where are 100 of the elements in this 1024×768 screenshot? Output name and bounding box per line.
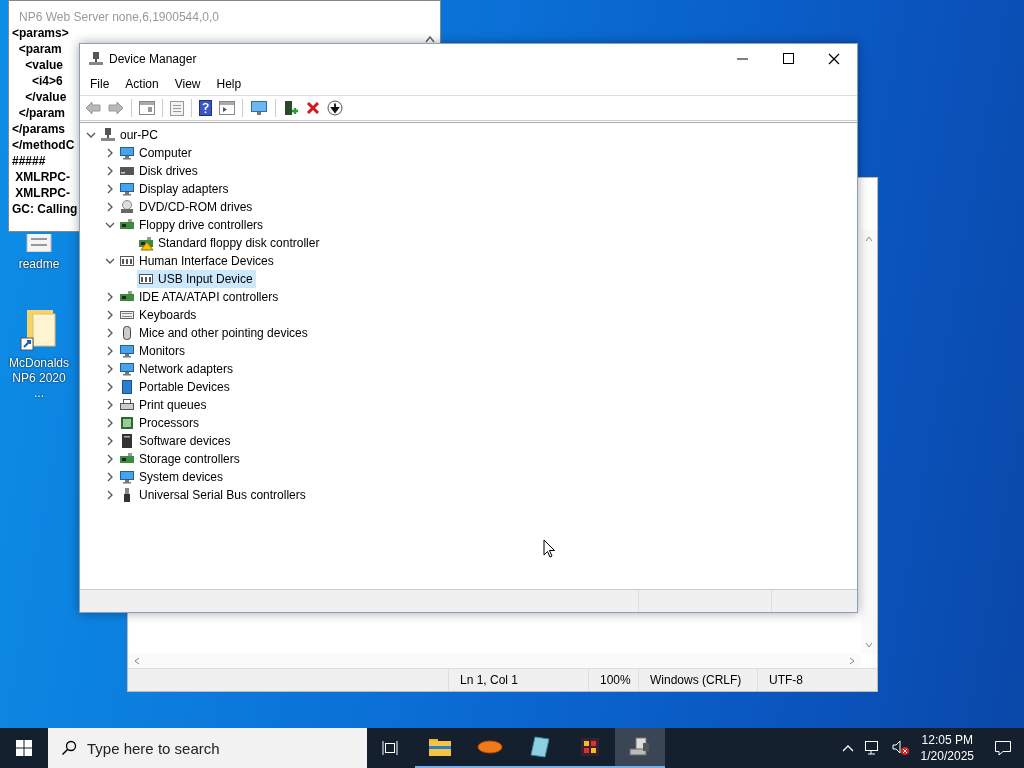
disc-drive-icon [119,199,135,215]
expand-chevron-icon[interactable] [105,148,115,158]
monitor-icon[interactable] [250,100,268,116]
expand-chevron-icon[interactable] [105,292,115,302]
taskbar-app-button[interactable] [615,728,665,768]
scroll-down-icon[interactable] [865,642,873,648]
console-line: ##### [12,153,46,169]
status-text: UTF-8 [769,673,803,687]
tree-item[interactable]: IDE ATA/ATAPI controllers [118,288,282,306]
speaker-muted-icon[interactable] [891,740,910,756]
view-pane-icon[interactable] [219,101,235,115]
expand-chevron-icon[interactable] [105,436,115,446]
tree-item[interactable]: USB Input Device [137,270,256,288]
menu-item[interactable]: Action [117,77,167,91]
expand-chevron-icon[interactable] [105,364,115,374]
tree-item[interactable]: Standard floppy disk controller [137,234,323,252]
monitor-icon [119,469,135,485]
expand-chevron-icon[interactable] [105,166,115,176]
desktop-icon-label[interactable]: readme [6,257,72,272]
desktop-icon-label[interactable]: McDonalds NP6 2020 ... [6,356,72,401]
expand-chevron-icon[interactable] [105,454,115,464]
menu-item[interactable]: File [82,77,118,91]
tree-item[interactable]: Storage controllers [118,450,243,468]
expand-chevron-icon[interactable] [105,382,115,392]
forward-arrow-icon[interactable] [108,101,124,115]
puzzle-icon [580,737,600,757]
tree-item[interactable]: our-PC [99,126,161,144]
download-icon[interactable] [327,100,343,116]
menu-item[interactable]: Help [208,77,250,91]
expand-chevron-icon[interactable] [105,400,115,410]
properties-icon[interactable] [170,100,184,116]
expand-chevron-icon[interactable] [105,490,115,500]
expand-chevron-icon[interactable] [105,256,115,266]
expand-chevron-icon[interactable] [105,202,115,212]
console-line: XMLRPC- [14,169,70,185]
expand-chevron-icon[interactable] [105,346,115,356]
vertical-scrollbar[interactable] [861,230,877,654]
status-text: Windows (CRLF) [650,673,742,687]
scroll-left-icon[interactable] [134,657,140,665]
oval-app-icon [477,740,503,754]
clock-time[interactable]: 12:05 PM [921,732,973,748]
expand-chevron-icon[interactable] [105,472,115,482]
pane-icon[interactable] [139,101,155,115]
device-warning-icon [138,235,154,251]
console-line: <i4>6 [31,73,63,89]
tree-item[interactable]: Network adapters [118,360,237,378]
tree-item[interactable]: Print queues [118,396,210,414]
tree-item[interactable]: Software devices [118,432,234,450]
minimize-icon[interactable] [736,57,748,60]
windows-logo-icon[interactable] [16,740,32,756]
monitor-icon [119,361,135,377]
menu-item[interactable]: View [166,77,209,91]
close-icon[interactable] [828,52,840,65]
folder-shortcut-icon[interactable] [19,308,59,352]
status-text: 100% [600,673,631,687]
expand-chevron-icon[interactable] [105,184,115,194]
tree-item[interactable]: Portable Devices [118,378,233,396]
horizontal-scrollbar[interactable] [128,654,861,668]
scroll-up-icon[interactable] [425,35,435,43]
chip-icon [119,415,135,431]
scroll-up-icon[interactable] [865,236,873,242]
console-line: XMLRPC- [14,185,70,201]
clock-date[interactable]: 1/20/2025 [920,748,974,764]
add-driver-icon[interactable] [283,100,299,116]
scroll-right-icon[interactable] [849,657,855,665]
tree-item[interactable]: Mice and other pointing devices [118,324,311,342]
chevron-up-icon[interactable] [841,744,854,752]
tree-item[interactable]: Keyboards [118,306,200,324]
maximize-icon[interactable] [782,53,794,64]
uninstall-icon[interactable] [306,101,320,115]
expand-chevron-icon[interactable] [86,130,96,140]
tree-item[interactable]: DVD/CD-ROM drives [118,198,256,216]
console-line: <param [17,41,62,57]
expand-chevron-icon[interactable] [105,328,115,338]
computer-icon [100,127,116,143]
document-icon[interactable] [25,234,53,252]
printer-icon [119,397,135,413]
help-icon[interactable] [199,100,212,116]
expand-chevron-icon[interactable] [105,418,115,428]
console-line: </methodC [12,137,75,153]
tree-item[interactable]: Monitors [118,342,188,360]
notification-icon[interactable] [994,740,1012,756]
expand-chevron-icon[interactable] [105,310,115,320]
keypad-icon [119,253,135,269]
tree-item[interactable]: Human Interface Devices [118,252,277,270]
task-view-icon[interactable] [382,741,400,755]
tree-item[interactable]: Floppy drive controllers [118,216,267,234]
search-field[interactable]: Type here to search [48,728,367,768]
monitor-icon [119,343,135,359]
tree-item[interactable]: Display adapters [118,180,232,198]
tree-item[interactable]: Processors [118,414,203,432]
tree-item[interactable]: Computer [118,144,195,162]
tree-item[interactable]: System devices [118,468,227,486]
console-line: </param [17,105,66,121]
tree-item[interactable]: Disk drives [118,162,201,180]
tree-item[interactable]: Universal Serial Bus controllers [118,486,309,504]
expand-chevron-icon[interactable] [105,220,115,230]
monitor-icon [119,181,135,197]
keypad-icon [138,271,154,287]
back-arrow-icon[interactable] [85,101,101,115]
